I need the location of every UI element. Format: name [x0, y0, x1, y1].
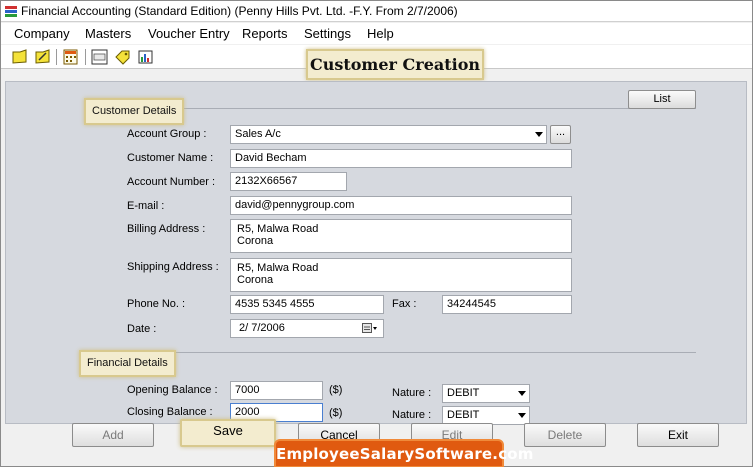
date-picker[interactable]: 2/ 7/2006: [230, 319, 384, 338]
customer-name-label: Customer Name :: [127, 152, 214, 164]
tag-icon[interactable]: [114, 49, 132, 65]
account-group-select[interactable]: Sales A/c: [230, 125, 547, 144]
account-group-label: Account Group :: [127, 128, 207, 140]
calendar-icon[interactable]: [362, 323, 378, 337]
customer-name-field[interactable]: David Becham: [230, 149, 572, 168]
date-value: 2/ 7/2006: [239, 322, 285, 334]
financial-details-label: Financial Details: [79, 350, 176, 377]
toolbar-separator: [85, 49, 86, 65]
customer-form: Customer Details List Account Group : Sa…: [5, 81, 747, 425]
screen-title: Customer Creation: [306, 49, 484, 80]
opening-balance-label: Opening Balance :: [127, 384, 218, 396]
email-field[interactable]: david@pennygroup.com: [230, 196, 572, 215]
menu-voucher-entry[interactable]: Voucher Entry: [148, 26, 230, 41]
window-title: Financial Accounting (Standard Edition) …: [21, 4, 458, 18]
menu-bar: Company Masters Voucher Entry Reports Se…: [1, 23, 752, 44]
chevron-down-icon: [535, 132, 543, 137]
closing-nature-label: Nature :: [392, 409, 432, 421]
opening-nature-label: Nature :: [392, 387, 432, 399]
menu-settings[interactable]: Settings: [304, 26, 351, 41]
fax-field[interactable]: 34244545: [442, 295, 572, 314]
calc-icon[interactable]: [91, 49, 109, 65]
list-button[interactable]: List: [628, 90, 696, 109]
chart-icon[interactable]: [137, 49, 155, 65]
opening-balance-field[interactable]: 7000: [230, 381, 323, 400]
chevron-down-icon: [518, 391, 526, 396]
billing-address-label: Billing Address :: [127, 223, 206, 235]
date-label: Date :: [127, 323, 157, 335]
shipping-address-label: Shipping Address :: [127, 261, 219, 273]
closing-currency-label: ($): [329, 407, 343, 419]
opening-currency-label: ($): [329, 384, 343, 396]
chevron-down-icon: [518, 413, 526, 418]
title-bar: Financial Accounting (Standard Edition) …: [1, 1, 752, 22]
menu-company[interactable]: Company: [14, 26, 70, 41]
closing-nature-value: DEBIT: [447, 409, 480, 421]
menu-masters[interactable]: Masters: [85, 26, 131, 41]
closing-balance-label: Closing Balance :: [127, 406, 213, 418]
fax-label: Fax :: [392, 298, 417, 310]
edit-icon[interactable]: [34, 49, 52, 65]
account-number-field[interactable]: 2132X66567: [230, 172, 347, 191]
phone-label: Phone No. :: [127, 298, 186, 310]
account-group-value: Sales A/c: [235, 128, 281, 140]
app-icon: [4, 4, 18, 18]
opening-nature-select[interactable]: DEBIT: [442, 384, 530, 403]
phone-field[interactable]: 4535 5345 4555: [230, 295, 384, 314]
menu-reports[interactable]: Reports: [242, 26, 288, 41]
email-label: E-mail :: [127, 200, 165, 212]
app-window: Financial Accounting (Standard Edition) …: [0, 0, 753, 467]
opening-nature-value: DEBIT: [447, 387, 480, 399]
section-divider: [171, 352, 696, 353]
browse-button[interactable]: ...: [550, 125, 571, 144]
customer-details-label: Customer Details: [84, 98, 185, 125]
delete-button[interactable]: Delete: [524, 423, 606, 447]
calculator-icon[interactable]: [62, 49, 80, 65]
toolbar-separator: [56, 49, 57, 65]
section-divider: [181, 108, 696, 109]
menu-help[interactable]: Help: [367, 26, 394, 41]
add-button[interactable]: Add: [72, 423, 154, 447]
exit-button[interactable]: Exit: [637, 423, 719, 447]
new-icon[interactable]: [11, 49, 29, 65]
billing-address-field[interactable]: R5, Malwa Road Corona: [230, 219, 572, 253]
shipping-address-field[interactable]: R5, Malwa Road Corona: [230, 258, 572, 292]
watermark-banner: EmployeeSalarySoftware.com: [274, 439, 533, 467]
account-number-label: Account Number :: [127, 176, 216, 188]
save-button[interactable]: Save: [180, 419, 276, 447]
